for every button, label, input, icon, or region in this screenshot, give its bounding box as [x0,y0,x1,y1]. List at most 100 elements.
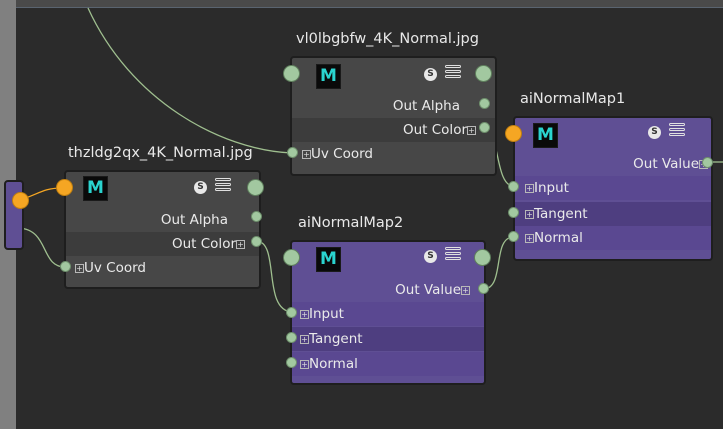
input-label: +Input [525,176,569,200]
expand-plus-icon[interactable]: + [75,264,84,273]
uv-coord-label: +Uv Coord [302,142,373,166]
tangent-port[interactable] [286,332,297,343]
expand-plus-icon[interactable]: + [525,234,534,243]
node-header[interactable]: M S [66,172,259,204]
file-top-out-port[interactable] [475,65,492,82]
expand-plus-icon[interactable]: + [467,126,476,135]
row-uv-coord: +Uv Coord [292,142,495,166]
swatch-s-icon[interactable]: S [424,68,437,81]
out-value-port[interactable] [702,157,713,168]
normal-map1-in-port[interactable] [505,125,522,142]
input-label: +Input [300,302,344,326]
out-value-port[interactable] [478,283,489,294]
uv-coord-label: +Uv Coord [75,256,146,280]
normal-map2-out-port[interactable] [474,249,491,266]
row-normal: +Normal [515,226,711,250]
row-input: +Input [292,302,484,326]
uv-coord-port[interactable] [287,147,298,158]
normal-map-node-2[interactable]: M S Out Value+ +Input +Tangent +Normal [290,240,486,385]
file-node-left[interactable]: M S Out Alpha Out Color+ +Uv Coord [64,170,261,289]
row-input: +Input [515,176,711,200]
tangent-text: Tangent [534,206,588,222]
node-title-normal-map1: aiNormalMap1 [520,91,626,107]
expand-plus-icon[interactable]: + [525,210,534,219]
node-header[interactable]: M S [292,242,484,274]
out-color-text: Out Color [171,236,236,252]
expand-plus-icon[interactable]: + [300,360,309,369]
out-alpha-port[interactable] [479,98,490,109]
attribute-list-icon[interactable] [215,178,231,196]
normal-map-node-1[interactable]: M S Out Value+ +Input +Tangent +Normal [513,116,713,261]
uv-coord-text: Uv Coord [311,146,373,162]
normal-map2-in-port[interactable] [283,249,300,266]
normal-port[interactable] [286,357,297,368]
tangent-label: +Tangent [525,202,588,226]
row-normal: +Normal [292,352,484,376]
partial-node-left[interactable] [4,180,24,250]
input-port[interactable] [286,307,297,318]
file-left-in-port[interactable] [56,179,73,196]
out-value-label: Out Value+ [395,278,470,302]
out-alpha-port[interactable] [251,211,262,222]
swatch-s-icon[interactable]: S [648,126,661,139]
row-out-value: Out Value+ [292,278,484,302]
out-color-label: Out Color+ [403,118,476,142]
normal-port[interactable] [508,231,519,242]
input-text: Input [309,306,344,322]
wire-offscreen-to-uvcoord[interactable] [87,7,293,154]
swatch-s-icon[interactable]: S [424,250,437,263]
maya-m-icon: M [533,123,558,148]
expand-plus-icon[interactable]: + [525,184,534,193]
file-node-top[interactable]: M S Out Alpha Out Color+ +Uv Coord [290,56,497,176]
row-out-alpha: Out Alpha [66,208,259,232]
node-title-file-top: vl0lbgbfw_4K_Normal.jpg [296,31,479,47]
out-color-label: Out Color+ [172,232,245,256]
wire-left-to-uvcoord[interactable] [18,227,67,268]
file-left-out-port[interactable] [247,179,264,196]
uv-coord-text: Uv Coord [84,260,146,276]
node-header[interactable]: M S [515,118,711,150]
uv-coord-port[interactable] [60,261,71,272]
attribute-list-icon[interactable] [445,65,461,83]
node-title-normal-map2: aiNormalMap2 [298,215,404,231]
out-color-port[interactable] [251,236,262,247]
tangent-port[interactable] [508,207,519,218]
maya-m-icon: M [83,176,108,201]
out-value-label: Out Value+ [633,152,708,176]
out-color-port[interactable] [479,122,490,133]
input-port[interactable] [508,181,519,192]
expand-plus-icon[interactable]: + [461,286,470,295]
out-alpha-label: Out Alpha [392,98,460,114]
tangent-label: +Tangent [300,327,363,351]
normal-label: +Normal [525,226,583,250]
expand-plus-icon[interactable]: + [302,150,311,159]
row-out-alpha: Out Alpha [292,94,495,118]
maya-m-icon: M [316,64,341,89]
out-color-text: Out Color [402,122,467,138]
normal-label: +Normal [300,352,358,376]
node-title-file-left: thzldg2qx_4K_Normal.jpg [68,145,253,161]
out-value-text: Out Value [395,282,461,298]
maya-m-icon: M [316,247,341,272]
row-tangent: +Tangent [515,202,711,226]
expand-plus-icon[interactable]: + [300,310,309,319]
row-out-color: Out Color+ [66,232,259,256]
m-glyph: M [320,66,337,86]
out-value-text: Out Value [633,156,699,172]
input-text: Input [534,180,569,196]
normal-text: Normal [309,356,358,372]
expand-plus-icon[interactable]: + [236,240,245,249]
node-header[interactable]: M S [292,58,495,90]
out-alpha-label: Out Alpha [160,212,228,228]
file-top-in-port[interactable] [283,65,300,82]
partial-node-out-port-orange[interactable] [12,192,29,209]
row-tangent: +Tangent [292,327,484,351]
attribute-list-icon[interactable] [669,123,685,141]
expand-plus-icon[interactable]: + [300,335,309,344]
tangent-text: Tangent [309,331,363,347]
swatch-s-icon[interactable]: S [194,181,207,194]
normal-text: Normal [534,230,583,246]
attribute-list-icon[interactable] [445,247,461,265]
row-out-value: Out Value+ [515,152,711,176]
row-uv-coord: +Uv Coord [66,256,259,280]
